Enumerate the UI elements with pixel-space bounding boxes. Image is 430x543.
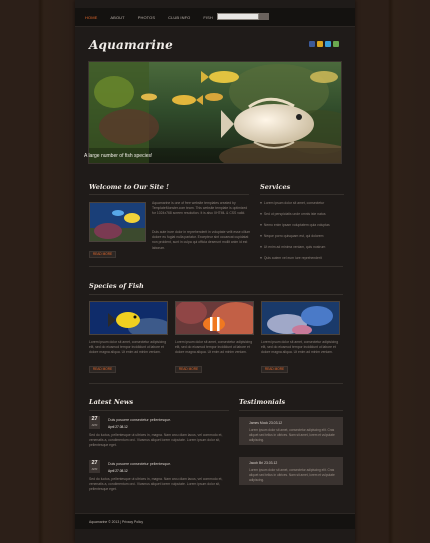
facebook-icon[interactable] [309,41,315,47]
welcome-paragraph-1: Aquamarine is one of free website templa… [152,201,248,216]
yellow-fish-photo [90,302,167,334]
species-title: Species of Fish [89,282,144,290]
search-button[interactable] [259,13,269,20]
species-image-2[interactable] [175,301,254,335]
species-image-1[interactable] [89,301,168,335]
news-text: Sed do luctus, pellentesque ut ultrices … [89,477,223,492]
arrow-icon: » [260,234,262,238]
divider [89,194,249,195]
news-headline[interactable]: Duis posuere consectetur pellentesque. [108,418,171,422]
nav-item-about[interactable]: About [110,15,124,20]
arrow-icon: » [260,256,262,260]
news-headline[interactable]: Duis posuere consectetur pellentesque. [108,462,171,466]
top-nav-bar: Home About Photos Club Info Fish Contact… [75,8,355,27]
welcome-image [89,202,146,242]
arrow-icon: » [260,201,262,205]
news-date-badge: 27 APR [89,416,100,429]
welcome-title: Welcome to Our Site ! [89,183,170,191]
service-item[interactable]: » Nemo enim ipsam voluptatem quia volupta… [260,223,330,227]
species-read-more-button-2[interactable]: read more [175,366,202,373]
species-image-3[interactable] [261,301,340,335]
service-label: Nemo enim ipsam voluptatem quia voluptas [263,223,330,227]
testimonial-author: James Mock 23.03.12 [249,421,283,425]
testimonial-author: Jacob Bri 23.03.12 [249,461,278,465]
twitter-icon[interactable] [325,41,331,47]
news-day: 27 [91,460,98,466]
hero-caption: A large number of fish species! [84,153,153,159]
divider [89,266,343,267]
welcome-paragraph-2: Duis aute irure dolor in reprehenderit i… [152,230,251,250]
welcome-read-more-button[interactable]: read more [89,251,116,258]
hero-image [88,61,342,164]
news-day: 27 [91,416,98,422]
news-date: April 27.08.12 [108,425,128,429]
testimonial-text: Lorem ipsum dolor sit amet, consectetur … [249,468,335,482]
news-month: APR [91,423,98,427]
arrow-icon: » [260,245,262,249]
page-container: Home About Photos Club Info Fish Contact… [75,0,355,543]
clownfish-photo [176,302,253,334]
blue-fish-photo [262,302,339,334]
testimonials-title: Testimonials [239,398,286,406]
species-read-more-button-3[interactable]: read more [261,366,288,373]
nav-item-club-info[interactable]: Club Info [168,15,190,20]
news-date: April 27.08.12 [108,469,128,473]
service-item[interactable]: » Neque porro quisquam est, qui dolorem [260,234,323,238]
news-date-badge: 27 APR [89,460,100,473]
services-title: Services [260,183,291,191]
species-text-3: Lorem ipsum dolor sit amet, consectetur … [261,340,339,355]
arrow-icon: » [260,212,262,216]
service-label: Ut enim ad minima veniam, quis nostrum [263,245,326,249]
nav-item-photos[interactable]: Photos [138,15,155,20]
nav-item-fish[interactable]: Fish [203,15,213,20]
search-input[interactable] [217,13,259,20]
service-item[interactable]: » Sed ut perspiciatis unde omnis iste nat… [260,212,326,216]
species-text-2: Lorem ipsum dolor sit amet, consectetur … [175,340,253,355]
divider [89,410,229,411]
service-item[interactable]: » Quis autem vel eum iure reprehenderit [260,256,322,260]
rss-icon[interactable] [317,41,323,47]
delicious-icon[interactable] [333,41,339,47]
aquarium-illustration [89,62,341,163]
testimonial-text: Lorem ipsum dolor sit amet, consectetur … [249,428,335,442]
news-month: APR [91,467,98,471]
divider [239,410,343,411]
footer: Aquamarine © 2013 | Privacy Policy [75,513,355,529]
footer-text[interactable]: Aquamarine © 2013 | Privacy Policy [89,520,143,524]
service-label: Lorem ipsum dolor sit amet, consectetur [263,201,325,205]
search-form [217,13,269,20]
arrow-icon: » [260,223,262,227]
news-title: Latest News [89,398,134,406]
service-item[interactable]: » Ut enim ad minima veniam, quis nostrum [260,245,325,249]
service-item[interactable]: » Lorem ipsum dolor sit amet, consectetur [260,201,324,205]
fish-photo [90,203,145,241]
testimonial-card: Jacob Bri 23.03.12 Lorem ipsum dolor sit… [239,457,343,485]
divider [89,383,343,384]
service-label: Sed ut perspiciatis unde omnis iste natu… [263,212,326,216]
social-links [309,41,339,47]
divider [89,294,343,295]
divider [260,194,344,195]
testimonial-card: James Mock 23.03.12 Lorem ipsum dolor si… [239,417,343,445]
service-label: Neque porro quisquam est, qui dolorem [263,234,324,238]
species-text-1: Lorem ipsum dolor sit amet, consectetur … [89,340,167,355]
news-text: Sed do luctus, pellentesque ut ultrices … [89,433,223,448]
service-label: Quis autem vel eum iure reprehenderit [263,256,322,260]
site-logo[interactable]: Aquamarine [89,38,173,52]
nav-item-home[interactable]: Home [85,15,97,20]
species-read-more-button-1[interactable]: read more [89,366,116,373]
